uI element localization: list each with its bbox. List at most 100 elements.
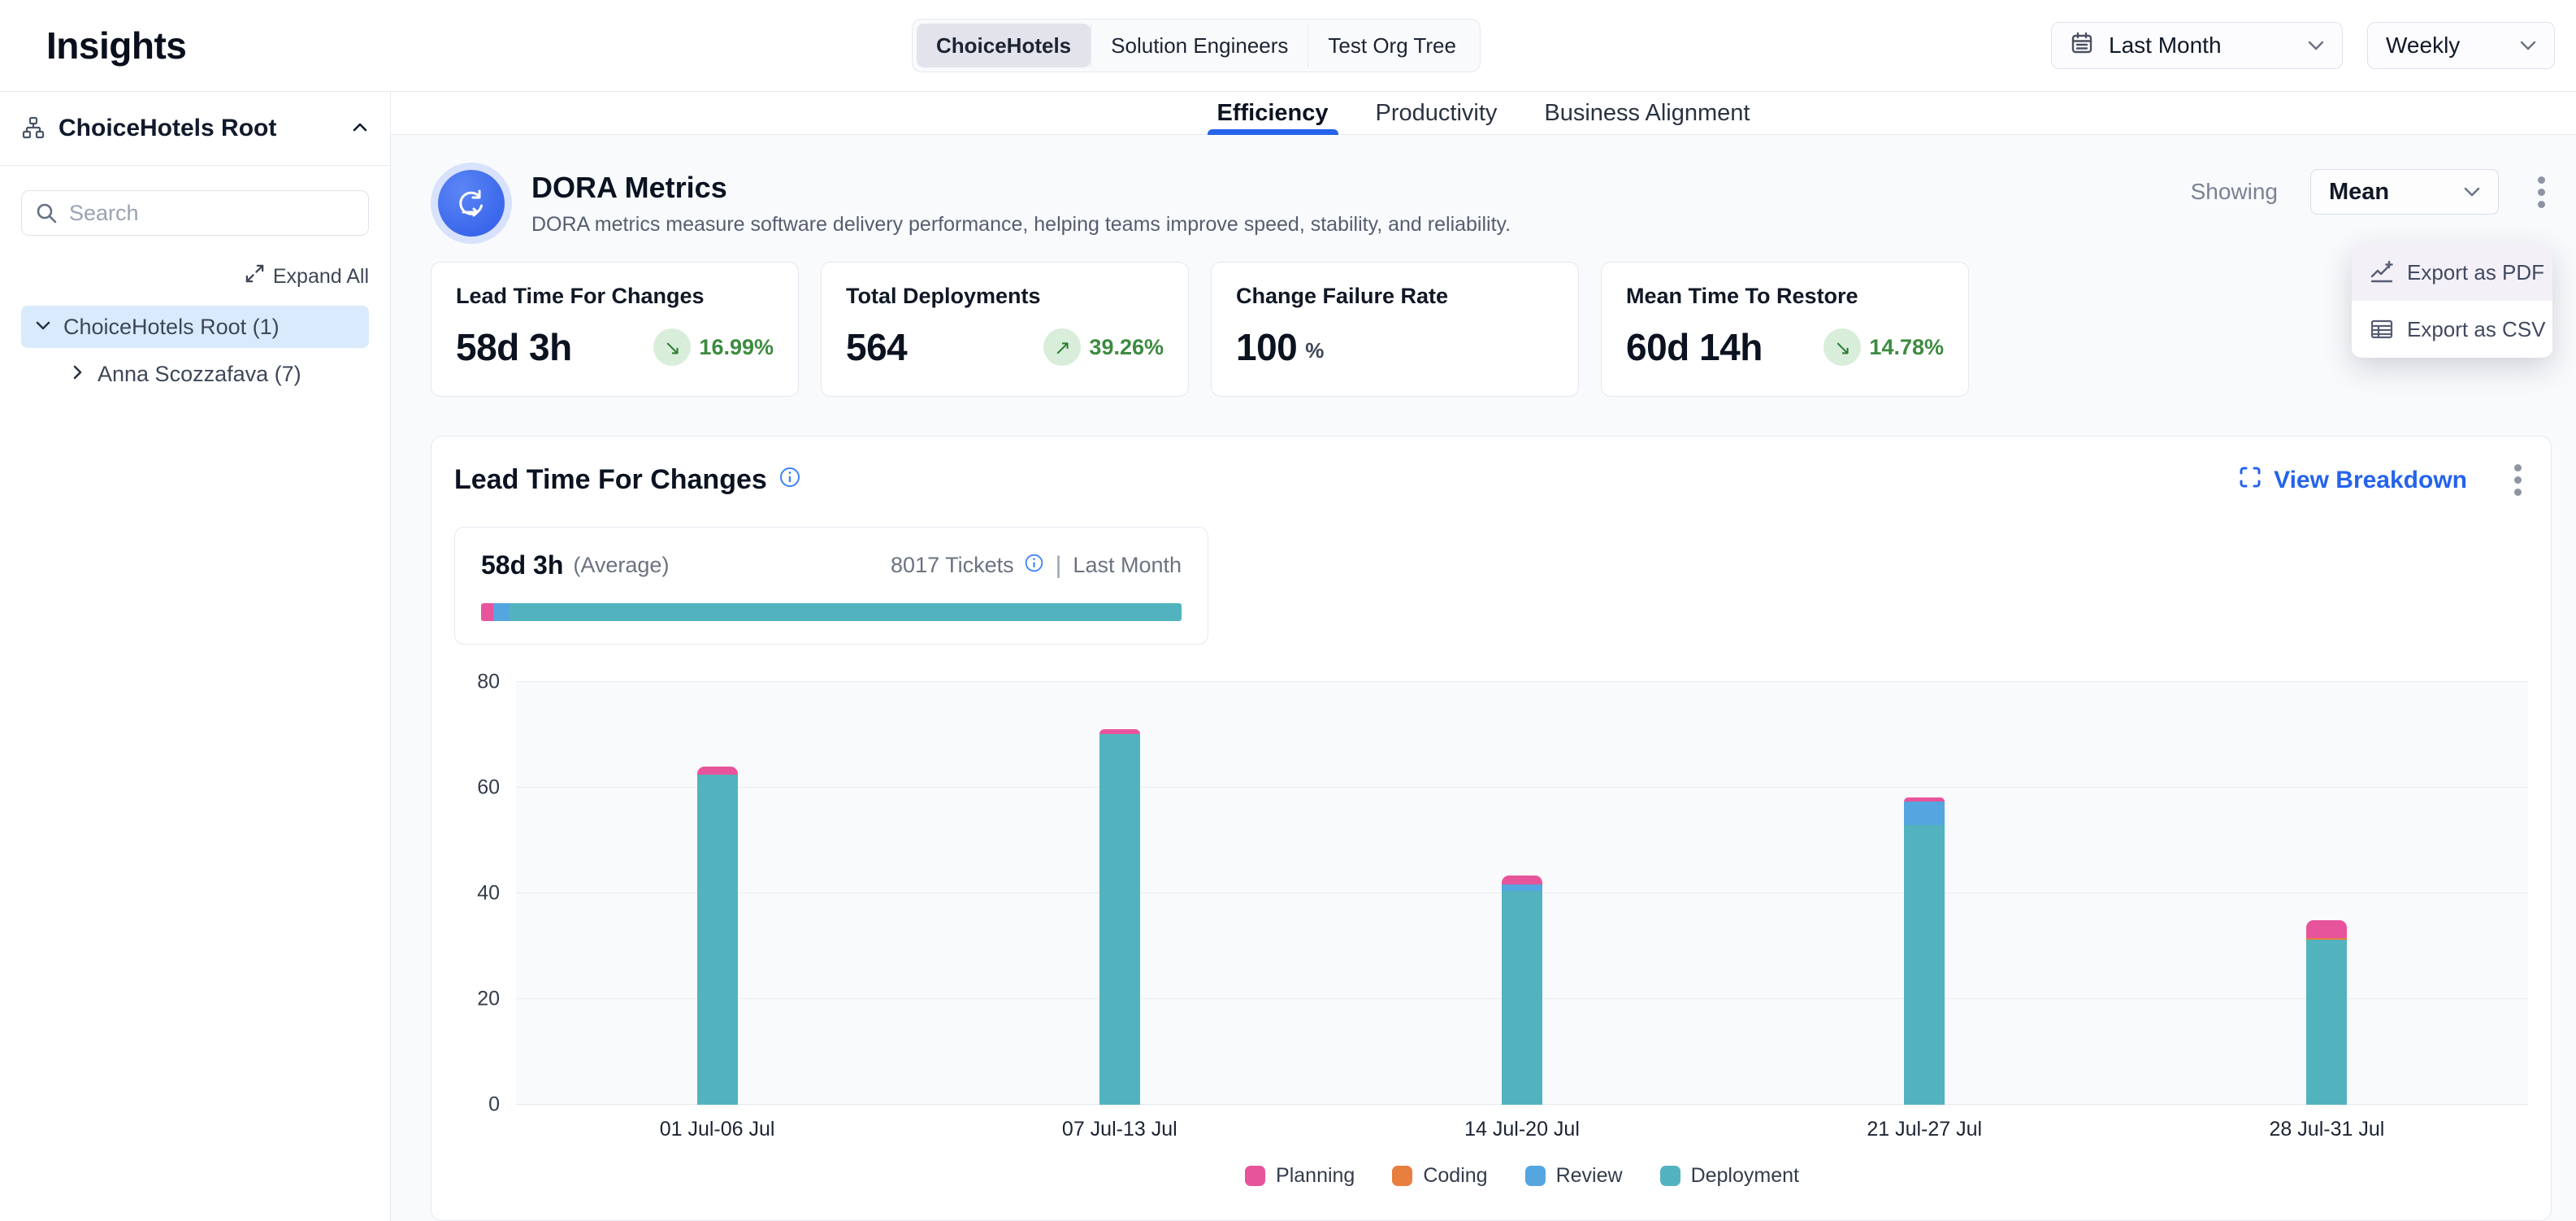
date-range-select[interactable]: Last Month [2051, 22, 2343, 69]
top-bar: Insights ChoiceHotelsSolution EngineersT… [0, 0, 2576, 92]
view-breakdown-button[interactable]: View Breakdown [2238, 465, 2467, 496]
trend-badge: ↘14.78% [1824, 328, 1944, 366]
mini-bar-segment-deployment [510, 603, 1182, 621]
stacked-bar[interactable] [1904, 797, 1945, 1105]
org-tab-solution-engineers[interactable]: Solution Engineers [1091, 24, 1308, 67]
chevron-down-icon[interactable] [34, 315, 52, 340]
stat-unit: % [1305, 338, 1324, 363]
stat-value: 564 [846, 325, 907, 369]
bar-segment-deployment[interactable] [1099, 734, 1140, 1105]
calendar-icon [2070, 31, 2094, 61]
date-range-value: Last Month [2109, 33, 2222, 59]
info-icon[interactable] [778, 464, 801, 496]
trend-percent: 16.99% [699, 335, 774, 360]
stat-title: Change Failure Rate [1236, 284, 1554, 309]
bar-segment-planning[interactable] [2306, 920, 2347, 937]
chevron-down-icon [2308, 41, 2324, 50]
tickets-count: 8017 Tickets [891, 553, 1014, 578]
aggregation-value: Mean [2329, 179, 2389, 206]
main-tabs: Efficiency Productivity Business Alignment [391, 92, 2576, 135]
granularity-select[interactable]: Weekly [2367, 22, 2555, 69]
stacked-bar[interactable] [2306, 920, 2347, 1105]
lead-time-panel: Lead Time For Changes View Breakdown 58d… [431, 436, 2552, 1221]
org-tab-test-org-tree[interactable]: Test Org Tree [1308, 24, 1476, 67]
legend-item-deployment[interactable]: Deployment [1660, 1164, 1799, 1188]
chevron-right-icon[interactable] [68, 362, 86, 387]
stat-card: Change Failure Rate 100% [1211, 262, 1579, 397]
granularity-value: Weekly [2386, 33, 2460, 59]
legend-item-coding[interactable]: Coding [1392, 1164, 1487, 1188]
y-tick-label: 60 [477, 776, 500, 800]
bar-segment-deployment[interactable] [2306, 940, 2347, 1105]
expand-all-button[interactable]: Expand All [245, 263, 369, 289]
dora-metrics-icon [438, 170, 505, 237]
mini-bar-segment-planning [481, 603, 493, 621]
period-label: Last Month [1073, 553, 1182, 578]
export-menu: Export as PDF Export as CSV [2352, 244, 2552, 358]
chevron-up-icon [351, 119, 369, 139]
arrow-down-right-icon: ↘ [653, 328, 691, 366]
page-title: Insights [46, 24, 186, 67]
stacked-bar[interactable] [1099, 729, 1140, 1105]
legend-item-review[interactable]: Review [1525, 1164, 1623, 1188]
tab-productivity[interactable]: Productivity [1371, 92, 1503, 134]
dora-title: DORA Metrics [531, 171, 1511, 205]
aggregation-select[interactable]: Mean [2310, 169, 2499, 215]
panel-kebab-menu[interactable] [2508, 458, 2528, 502]
legend-label: Coding [1423, 1164, 1487, 1188]
legend-swatch [1660, 1166, 1680, 1186]
bar-segment-review[interactable] [1904, 802, 1945, 825]
dora-kebab-menu[interactable] [2531, 170, 2552, 215]
org-tab-choicehotels[interactable]: ChoiceHotels [917, 24, 1091, 67]
search-icon [34, 201, 59, 229]
bar-segment-planning[interactable] [697, 767, 738, 775]
stacked-bar[interactable] [697, 767, 738, 1105]
search-input[interactable] [21, 190, 369, 236]
bar-segment-deployment[interactable] [697, 775, 738, 1105]
chart-export-icon [2370, 260, 2394, 285]
arrow-down-right-icon: ↘ [1824, 328, 1861, 366]
table-icon [2370, 317, 2394, 341]
average-label: (Average) [573, 553, 669, 578]
panel-title: Lead Time For Changes [454, 464, 767, 496]
view-breakdown-label: View Breakdown [2274, 467, 2467, 494]
tree-node[interactable]: ChoiceHotels Root (1) [21, 306, 369, 348]
x-axis-labels: 01 Jul-06 Jul07 Jul-13 Jul14 Jul-20 Jul2… [516, 1118, 2528, 1141]
mini-bar-segment-review [493, 603, 510, 621]
chart-legend: Planning Coding Review Deployment [516, 1164, 2528, 1188]
bar-slot [918, 682, 1321, 1105]
org-selector: ChoiceHotelsSolution EngineersTest Org T… [912, 19, 1481, 72]
stat-value: 100 [1236, 325, 1297, 369]
chevron-down-icon [2520, 41, 2536, 50]
bar-slot [516, 682, 918, 1105]
legend-item-planning[interactable]: Planning [1245, 1164, 1355, 1188]
tab-business-alignment[interactable]: Business Alignment [1539, 92, 1754, 134]
showing-label: Showing [2191, 179, 2278, 205]
sidebar: ChoiceHotels Root Expand All ChoiceHotel… [0, 92, 391, 1221]
info-icon[interactable] [1024, 553, 1044, 579]
tab-efficiency[interactable]: Efficiency [1212, 92, 1334, 134]
phase-mini-bar [481, 603, 1182, 621]
legend-swatch [1525, 1166, 1546, 1186]
sidebar-header[interactable]: ChoiceHotels Root [0, 92, 390, 166]
bar-segment-deployment[interactable] [1904, 825, 1945, 1106]
menu-item-export-as-csv[interactable]: Export as CSV [2352, 301, 2552, 358]
y-tick-label: 80 [477, 671, 500, 694]
stacked-bar[interactable] [1502, 876, 1542, 1105]
stat-title: Mean Time To Restore [1626, 284, 1944, 309]
stat-value: 58d 3h [456, 325, 572, 369]
average-value: 58d 3h [481, 550, 563, 580]
bar-segment-deployment[interactable] [1502, 891, 1542, 1105]
y-axis: 020406080 [454, 682, 516, 1105]
tree-node[interactable]: Anna Scozzafava (7) [55, 353, 369, 395]
expand-corners-icon [2238, 465, 2262, 496]
bar-segment-planning[interactable] [1502, 876, 1542, 884]
menu-item-label: Export as CSV [2407, 317, 2546, 342]
dora-header: DORA Metrics DORA metrics measure softwa… [431, 163, 2552, 244]
bar-slot [2126, 682, 2528, 1105]
x-tick-label: 01 Jul-06 Jul [516, 1118, 918, 1141]
bar-segment-review[interactable] [1502, 884, 1542, 891]
separator: | [1054, 552, 1064, 580]
stat-value: 60d 14h [1626, 325, 1763, 369]
menu-item-export-as-pdf[interactable]: Export as PDF [2352, 244, 2552, 301]
